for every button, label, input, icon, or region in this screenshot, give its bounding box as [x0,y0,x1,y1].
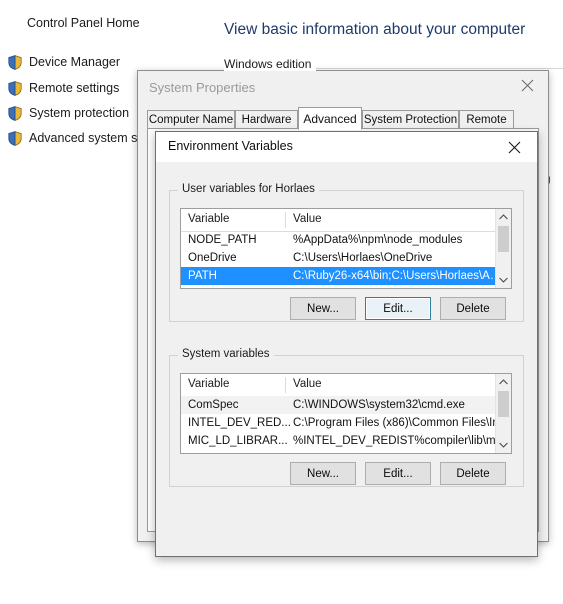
cell-value: %PATHEXT%;.RB;.RBW [293,288,507,289]
system-delete-button[interactable]: Delete [440,462,506,485]
environment-variables-dialog: Environment Variables User variables for… [155,131,538,557]
scrollbar-thumb[interactable] [498,391,509,417]
sidebar-item-label: Device Manager [29,55,121,69]
sidebar-item-system-protection[interactable]: System protection [8,103,129,123]
column-divider[interactable] [285,377,286,393]
cell-value: C:\Ruby26-x64\bin;C:\Users\Horlaes\A… [293,270,502,282]
table-row-selected[interactable]: PATH C:\Ruby26-x64\bin;C:\Users\Horlaes\… [181,267,511,285]
cell-variable: OneDrive [188,252,237,264]
listview-rows: NODE_PATH %AppData%\npm\node_modules One… [181,231,511,288]
tab-system-protection[interactable]: System Protection [362,110,459,129]
shield-icon [8,54,22,70]
sidebar-item-device-manager[interactable]: Device Manager [8,52,120,72]
cell-value: 4 [293,453,507,454]
user-variables-scrollbar[interactable] [495,209,511,288]
cell-value: C:\Program Files (x86)\Common Files\In… [293,417,507,429]
column-header-variable[interactable]: Variable [188,378,229,390]
table-row[interactable]: NUMBER_OF_P... 4 [181,450,511,454]
shield-icon [8,105,22,121]
table-row[interactable]: INTEL_DEV_RED... C:\Program Files (x86)\… [181,414,511,432]
tab-label: Hardware [241,113,292,126]
system-variables-scrollbar[interactable] [495,374,511,453]
cell-variable: INTEL_DEV_RED... [188,417,291,429]
user-new-button[interactable]: New... [290,297,356,320]
system-new-button[interactable]: New... [290,462,356,485]
control-panel-sidebar: Control Panel Home Device Manager Remote… [0,0,174,604]
cell-value: C:\WINDOWS\system32\cmd.exe [293,399,465,411]
tab-label: System Protection [363,113,458,126]
button-label: New... [307,467,339,480]
tab-computer-name[interactable]: Computer Name [147,110,235,129]
environment-variables-titlebar: Environment Variables [156,132,537,162]
column-header-variable[interactable]: Variable [188,213,229,225]
user-delete-button[interactable]: Delete [440,297,506,320]
cell-variable: NODE_PATH [188,234,257,246]
table-row[interactable]: NODE_PATH %AppData%\npm\node_modules [181,231,511,249]
user-edit-button[interactable]: Edit... [365,297,431,320]
column-header-value[interactable]: Value [293,378,322,390]
button-label: Delete [456,467,490,480]
system-variables-label: System variables [178,348,274,360]
control-panel-home-link[interactable]: Control Panel Home [27,16,140,30]
cell-variable: ComSpec [188,399,239,411]
cell-value: %INTEL_DEV_REDIST%compiler\lib\mic [293,435,504,447]
column-header-value[interactable]: Value [293,213,322,225]
table-row[interactable]: MIC_LD_LIBRAR... %INTEL_DEV_REDIST%compi… [181,432,511,450]
system-variables-group: System variables Variable Value ComSpec … [169,348,524,487]
cell-value: %AppData%\npm\node_modules [293,234,463,246]
cell-value: C:\Users\Horlaes\OneDrive [293,252,433,264]
scroll-up-icon[interactable] [496,374,511,390]
close-icon[interactable] [506,71,548,99]
system-variables-listview[interactable]: Variable Value ComSpec C:\WINDOWS\system… [180,373,512,454]
user-variables-listview[interactable]: Variable Value NODE_PATH %AppData%\npm\n… [180,208,512,289]
cell-variable: NUMBER_OF_P... [188,453,292,454]
user-variables-label: User variables for Horlaes [178,183,319,195]
tab-remote[interactable]: Remote [459,110,514,129]
sidebar-item-label: Remote settings [29,81,120,95]
listview-header: Variable Value [181,209,511,232]
column-divider[interactable] [285,212,286,228]
tabstrip: Computer Name Hardware Advanced System P… [147,107,539,130]
tab-label: Computer Name [148,113,234,126]
table-row[interactable]: PATHEXT %PATHEXT%;.RB;.RBW [181,285,511,289]
table-row[interactable]: OneDrive C:\Users\Horlaes\OneDrive [181,249,511,267]
scroll-up-icon[interactable] [496,209,511,225]
table-row[interactable]: ComSpec C:\WINDOWS\system32\cmd.exe [181,396,511,414]
sidebar-item-label: System protection [29,106,130,120]
sidebar-item-remote-settings[interactable]: Remote settings [8,78,119,98]
listview-rows: ComSpec C:\WINDOWS\system32\cmd.exe INTE… [181,396,511,453]
environment-variables-title: Environment Variables [168,139,293,153]
button-label: Edit... [383,302,413,315]
system-properties-title: System Properties [149,80,256,95]
scrollbar-thumb[interactable] [498,226,509,252]
shield-icon [8,80,22,96]
tab-label: Advanced [303,111,357,126]
cell-variable: PATH [188,270,217,282]
page-title: View basic information about your comput… [224,21,526,38]
tab-label: Remote [466,113,507,126]
scroll-down-icon[interactable] [496,272,511,288]
close-icon[interactable] [494,132,534,162]
listview-header: Variable Value [181,374,511,397]
screen-root: Control Panel Home Device Manager Remote… [0,0,563,604]
cell-variable: MIC_LD_LIBRAR... [188,435,288,447]
cell-variable: PATHEXT [188,288,292,289]
windows-edition-section-label: Windows edition [224,57,317,71]
button-label: Edit... [383,467,413,480]
system-edit-button[interactable]: Edit... [365,462,431,485]
tab-hardware[interactable]: Hardware [235,110,298,129]
button-label: New... [307,302,339,315]
user-variables-group: User variables for Horlaes Variable Valu… [169,183,524,322]
shield-icon [8,130,22,146]
button-label: Delete [456,302,490,315]
scroll-down-icon[interactable] [496,437,511,453]
tab-advanced[interactable]: Advanced [298,107,362,130]
